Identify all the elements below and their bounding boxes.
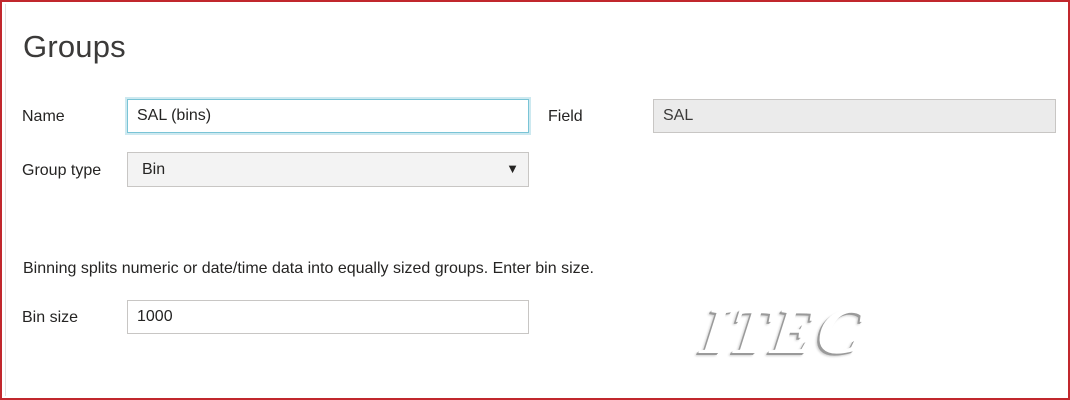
group-type-selected-value: Bin [142, 161, 166, 178]
dialog-left-edge [5, 4, 6, 396]
name-input[interactable] [127, 99, 529, 133]
groups-dialog: Groups Name Field Group type Bin ▼ Binni… [0, 0, 1070, 400]
field-input [653, 99, 1056, 133]
group-type-label: Group type [22, 162, 102, 179]
dialog-title: Groups [23, 29, 126, 64]
bin-size-input[interactable] [127, 300, 529, 334]
bin-size-label: Bin size [22, 309, 79, 326]
name-label: Name [22, 108, 65, 125]
group-type-select[interactable]: Bin ▼ [127, 152, 529, 187]
binning-description: Binning splits numeric or date/time data… [23, 260, 594, 277]
field-label: Field [548, 108, 583, 125]
chevron-down-icon: ▼ [506, 161, 519, 176]
watermark-logo: ITEC [696, 295, 870, 368]
